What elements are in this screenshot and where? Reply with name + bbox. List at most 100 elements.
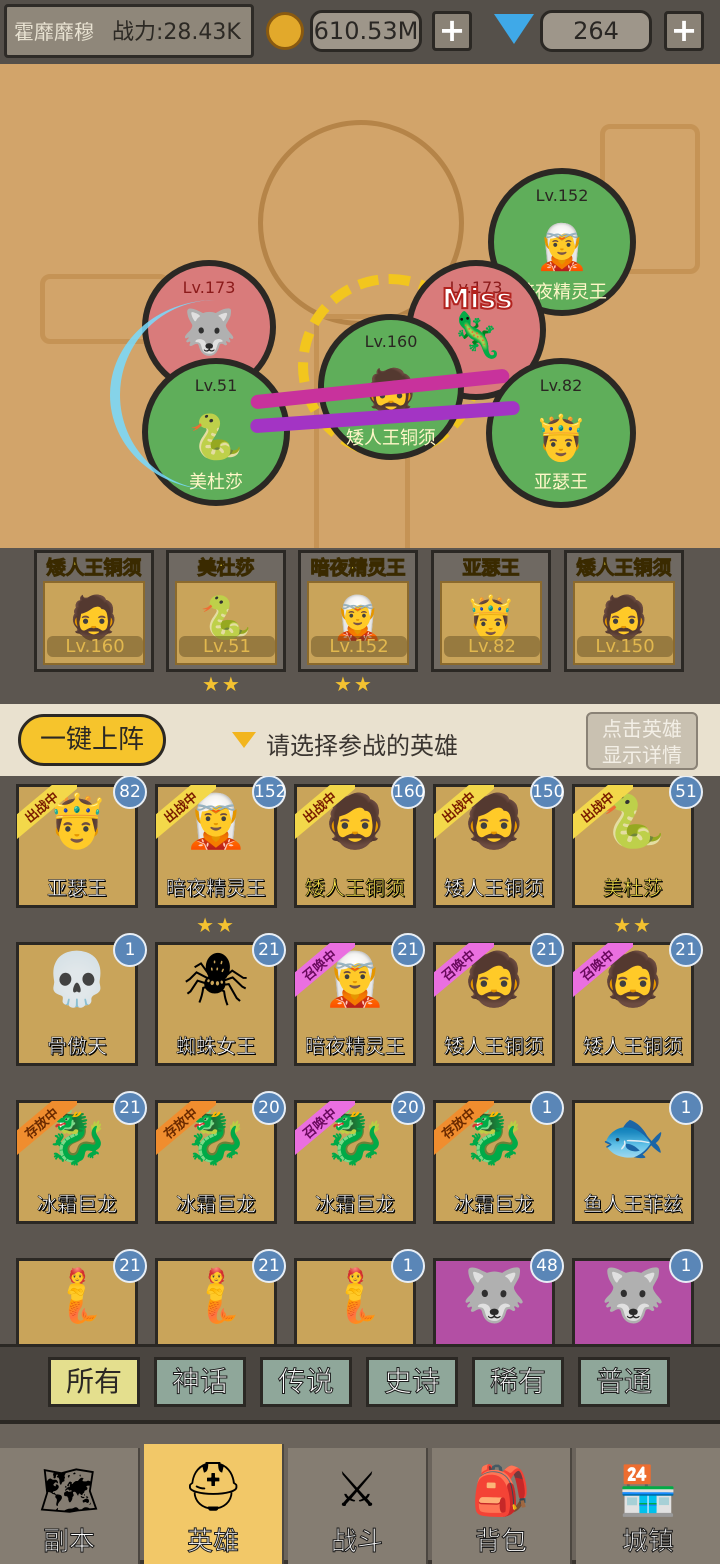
hero-card[interactable]: 🧜 21 bbox=[155, 1249, 286, 1344]
nav-backpack[interactable]: 🎒 背包 bbox=[432, 1448, 572, 1564]
status-ribbon: 召唤中 bbox=[295, 943, 355, 1003]
gem-amount: 264 bbox=[540, 10, 652, 52]
team-slot[interactable]: 矮人王铜须 🧔 Lv.150 bbox=[564, 550, 684, 672]
hero-card[interactable]: 🧔 出战中 160 矮人王铜须 bbox=[294, 776, 425, 908]
status-ribbon: 召唤中 bbox=[434, 943, 494, 1003]
nav-town[interactable]: 🏪 城镇 bbox=[576, 1448, 720, 1564]
level-badge: 150 bbox=[530, 776, 564, 809]
hero-card[interactable]: 🐉 存放中 21 冰霜巨龙 bbox=[16, 1091, 147, 1224]
team-hero-level: Lv.82 bbox=[444, 636, 540, 657]
hero-card[interactable]: 🧔 出战中 150 矮人王铜须 bbox=[433, 776, 564, 908]
level-badge: 20 bbox=[391, 1091, 425, 1125]
status-label: 召唤中 bbox=[434, 943, 494, 1002]
hero-card[interactable]: 🐉 存放中 20 冰霜巨龙 bbox=[155, 1091, 286, 1224]
team-slot[interactable]: 亚瑟王 🤴 Lv.82 bbox=[431, 550, 551, 672]
hero-card[interactable]: 🐉 召唤中 20 冰霜巨龙 bbox=[294, 1091, 425, 1224]
power-value: 战力:28.43K bbox=[112, 20, 241, 45]
level-badge: 21 bbox=[113, 1091, 147, 1125]
status-label: 存放中 bbox=[434, 1101, 494, 1160]
battle-unit[interactable]: Lv.82 🤴 亚瑟王 bbox=[486, 358, 636, 508]
filter-mythic[interactable]: 神话 bbox=[154, 1357, 246, 1407]
hero-name: 矮人王铜须 bbox=[305, 876, 406, 901]
status-label: 召唤中 bbox=[573, 943, 633, 1002]
status-label: 存放中 bbox=[17, 1101, 77, 1160]
hero-name: 冰霜巨龙 bbox=[37, 1192, 118, 1217]
hero-name: 暗夜精灵王 bbox=[166, 876, 267, 901]
status-ribbon: 出战中 bbox=[573, 785, 633, 845]
hero-card[interactable]: 🐉 存放中 1 冰霜巨龙 bbox=[433, 1091, 564, 1224]
level-badge: 82 bbox=[113, 776, 147, 809]
nav-label: 战斗 bbox=[330, 1527, 383, 1558]
nav-label: 英雄 bbox=[186, 1527, 239, 1558]
hero-name: 矮人王铜须 bbox=[444, 876, 545, 901]
add-gold-button[interactable]: + bbox=[432, 11, 472, 51]
status-ribbon: 出战中 bbox=[156, 785, 216, 845]
hero-card[interactable]: 🧝 出战中 152 暗夜精灵王 ★★ bbox=[155, 776, 286, 937]
status-label: 召唤中 bbox=[295, 1101, 355, 1160]
level-badge: 1 bbox=[391, 1249, 425, 1283]
detail-label-1: 点击英雄 bbox=[602, 717, 682, 741]
hero-card[interactable]: 💀 1 骨傲天 bbox=[16, 933, 147, 1066]
unit-level: Lv.82 bbox=[539, 376, 583, 395]
level-badge: 21 bbox=[252, 1249, 286, 1283]
level-badge: 51 bbox=[669, 776, 703, 809]
hero-card[interactable]: 🧝 召唤中 21 暗夜精灵王 bbox=[294, 933, 425, 1066]
hero-card[interactable]: 🐺 48 bbox=[433, 1249, 564, 1344]
hero-card[interactable]: 🧔 召唤中 21 矮人王铜须 bbox=[433, 933, 564, 1066]
hero-stars: ★★ bbox=[196, 913, 236, 937]
level-badge: 21 bbox=[252, 933, 286, 967]
hero-card[interactable]: 🐟 1 鱼人王菲兹 bbox=[572, 1091, 703, 1224]
filter-rare[interactable]: 稀有 bbox=[472, 1357, 564, 1407]
unit-level: Lv.160 bbox=[364, 332, 418, 351]
filter-legendary[interactable]: 传说 bbox=[260, 1357, 352, 1407]
hero-card[interactable]: 🤴 出战中 82 亚瑟王 bbox=[16, 776, 147, 908]
unit-level: Lv.173 bbox=[182, 278, 236, 297]
nav-label: 副本 bbox=[42, 1527, 95, 1558]
add-gem-button[interactable]: + bbox=[664, 11, 704, 51]
team-lineup: 矮人王铜须 🧔 Lv.160 美杜莎 🐍 Lv.51 暗夜精灵王 🧝 Lv.15… bbox=[0, 548, 720, 704]
dark-elf-king-icon: 🧝 bbox=[534, 222, 590, 274]
auto-deploy-button[interactable]: 一键上阵 bbox=[18, 714, 166, 766]
hero-name: 矮人王铜须 bbox=[444, 1034, 545, 1059]
nav-battle[interactable]: ⚔ 战斗 bbox=[288, 1448, 428, 1564]
hero-card[interactable]: 🐍 出战中 51 美杜莎 ★★ bbox=[572, 776, 703, 937]
team-slot[interactable]: 矮人王铜须 🧔 Lv.160 bbox=[34, 550, 154, 672]
team-hero-level: Lv.160 bbox=[47, 636, 143, 657]
nav-label: 背包 bbox=[474, 1527, 527, 1558]
hero-name: 冰霜巨龙 bbox=[454, 1192, 535, 1217]
show-details-button[interactable]: 点击英雄 显示详情 bbox=[586, 712, 698, 770]
detail-label-2: 显示详情 bbox=[602, 743, 682, 767]
hero-name: 冰霜巨龙 bbox=[176, 1192, 257, 1217]
hero-card[interactable]: 🕷 21 蜘蛛女王 bbox=[155, 933, 286, 1066]
hero-card[interactable]: 🐺 1 bbox=[572, 1249, 703, 1344]
team-stars: ★★ bbox=[334, 672, 374, 696]
player-name: 霍靡靡穆 bbox=[14, 20, 94, 44]
shop-icon: 🏪 bbox=[618, 1463, 678, 1519]
unit-level: Lv.152 bbox=[535, 186, 589, 205]
hero-name: 鱼人王菲兹 bbox=[583, 1192, 684, 1217]
team-stars: ★★ bbox=[202, 672, 242, 696]
filter-common[interactable]: 普通 bbox=[578, 1357, 670, 1407]
battle-field: Lv.173 🐺 Lv.152 🧝 暗夜精灵王 Lv.173 🦎 Miss Lv… bbox=[0, 64, 720, 550]
nav-heroes[interactable]: ⛑ 英雄 bbox=[144, 1444, 284, 1564]
level-badge: 1 bbox=[530, 1091, 564, 1125]
hero-card[interactable]: 🧔 召唤中 21 矮人王铜须 bbox=[572, 933, 703, 1066]
status-ribbon: 出战中 bbox=[295, 785, 355, 845]
team-slot[interactable]: 美杜莎 🐍 Lv.51 bbox=[166, 550, 286, 672]
hero-stars: ★★ bbox=[613, 913, 653, 937]
nav-dungeon[interactable]: 🗺 副本 bbox=[0, 1448, 140, 1564]
hero-card[interactable]: 🧜 21 bbox=[16, 1249, 147, 1344]
filter-epic[interactable]: 史诗 bbox=[366, 1357, 458, 1407]
status-label: 存放中 bbox=[156, 1101, 216, 1160]
hero-name: 亚瑟王 bbox=[47, 876, 108, 901]
miss-text: Miss bbox=[441, 281, 514, 316]
hero-card[interactable]: 🧜 1 bbox=[294, 1249, 425, 1344]
team-slot[interactable]: 暗夜精灵王 🧝 Lv.152 bbox=[298, 550, 418, 672]
top-bar: 霍靡靡穆 战力:28.43K 610.53M + 264 + bbox=[0, 0, 720, 67]
level-badge: 21 bbox=[530, 933, 564, 967]
unit-name: 矮人王铜须 bbox=[346, 428, 436, 449]
filter-all[interactable]: 所有 bbox=[48, 1357, 140, 1407]
nav-label: 城镇 bbox=[621, 1527, 674, 1558]
level-badge: 48 bbox=[530, 1249, 564, 1283]
status-ribbon: 存放中 bbox=[434, 1101, 494, 1161]
